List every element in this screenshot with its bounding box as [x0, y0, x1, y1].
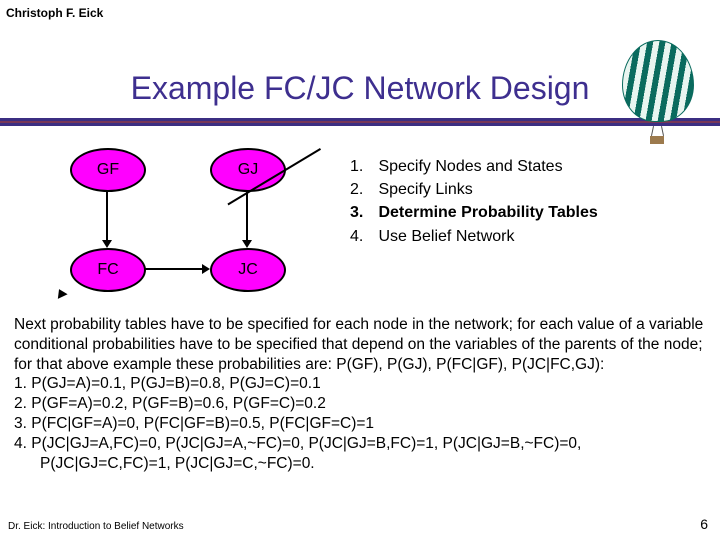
edge-gj-jc: [246, 190, 248, 246]
author-top: Christoph F. Eick: [6, 6, 103, 20]
prob-line-3: 3. P(FC|GF=A)=0, P(FC|GF=B)=0.5, P(FC|GF…: [14, 414, 706, 434]
paragraph: Next probability tables have to be speci…: [14, 315, 706, 374]
step-4: 4. Use Belief Network: [350, 225, 598, 248]
step-text: Specify Links: [378, 181, 472, 198]
node-gj: GJ: [210, 148, 286, 192]
edge-fc-jc: [144, 268, 208, 270]
step-3: 3. Determine Probability Tables: [350, 201, 598, 224]
network-diagram: GF GJ FC JC: [60, 148, 320, 298]
step-num: 1.: [350, 155, 374, 178]
prob-line-4: 4. P(JC|GJ=A,FC)=0, P(JC|GJ=A,~FC)=0, P(…: [14, 434, 706, 474]
node-jc: JC: [210, 248, 286, 292]
balloon-icon: [622, 40, 700, 150]
step-text: Use Belief Network: [378, 228, 514, 245]
step-text: Specify Nodes and States: [378, 158, 562, 175]
step-num: 2.: [350, 178, 374, 201]
prob-line-2: 2. P(GF=A)=0.2, P(GF=B)=0.6, P(GF=C)=0.2: [14, 394, 706, 414]
footer-left: Dr. Eick: Introduction to Belief Network…: [8, 521, 184, 532]
step-1: 1. Specify Nodes and States: [350, 155, 598, 178]
prob-line-1: 1. P(GJ=A)=0.1, P(GJ=B)=0.8, P(GJ=C)=0.1: [14, 374, 706, 394]
body-text: Next probability tables have to be speci…: [14, 315, 706, 474]
node-gf: GF: [70, 148, 146, 192]
edge-gf-fc: [106, 190, 108, 246]
page-number: 6: [700, 516, 708, 532]
step-2: 2. Specify Links: [350, 178, 598, 201]
page-title: Example FC/JC Network Design: [0, 70, 720, 107]
step-num: 3.: [350, 201, 374, 224]
step-num: 4.: [350, 225, 374, 248]
title-underline: [0, 118, 720, 126]
step-text: Determine Probability Tables: [378, 204, 597, 221]
steps-list: 1. Specify Nodes and States 2. Specify L…: [350, 155, 598, 248]
node-fc: FC: [70, 248, 146, 292]
